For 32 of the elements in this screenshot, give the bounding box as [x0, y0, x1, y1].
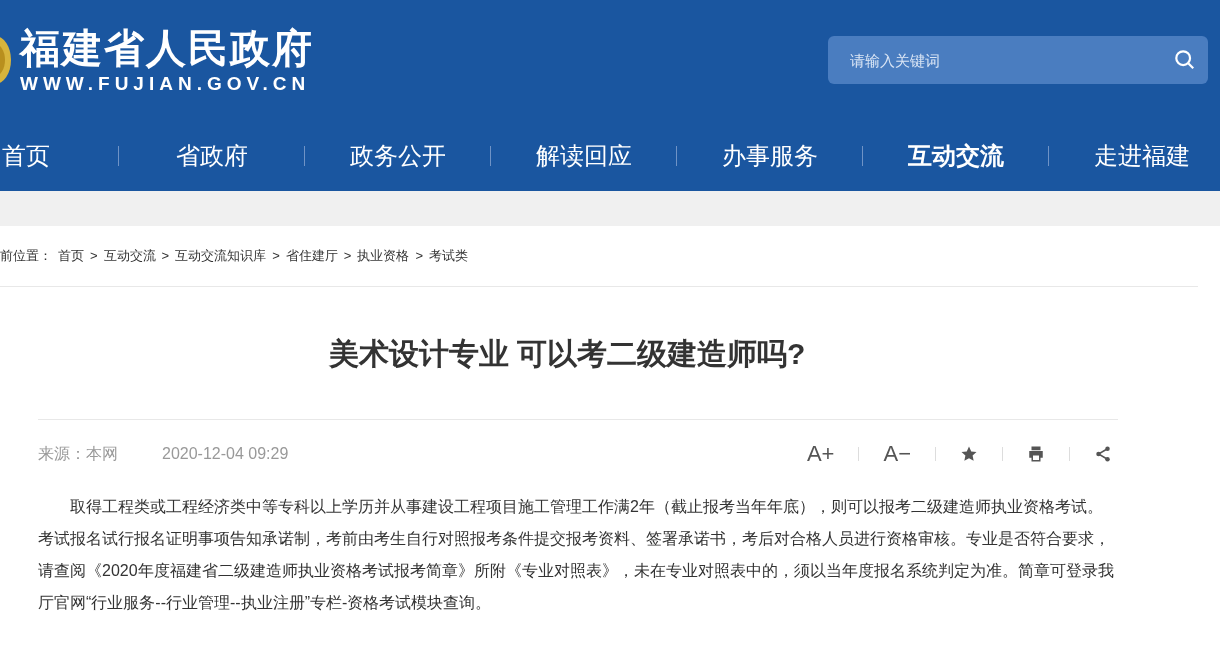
nav-tab[interactable]: 省政府 [119, 137, 304, 174]
breadcrumb-link[interactable]: 首页 [58, 246, 84, 266]
share-icon[interactable] [1094, 445, 1112, 463]
nav-tab[interactable]: 办事服务 [677, 137, 862, 174]
nav-tab[interactable]: 解读回应 [491, 137, 676, 174]
breadcrumb-separator: > [161, 247, 170, 266]
nav-tab[interactable]: 互动交流 [863, 137, 1048, 174]
star-icon[interactable] [960, 445, 978, 463]
breadcrumb-separator: > [415, 247, 423, 266]
article-title: 美术设计专业 可以考二级建造师吗? [328, 335, 806, 372]
site-url: WWW.FUJIAN.GOV.CN [20, 72, 312, 96]
font-size-button[interactable]: A+ [806, 443, 835, 465]
site-name: 福建省人民政府 [20, 25, 314, 72]
breadcrumb-link[interactable]: 互动交流知识库 [175, 246, 267, 266]
breadcrumb-label: 前位置： [0, 247, 52, 266]
breadcrumb-link[interactable]: 考试类 [428, 246, 468, 266]
breadcrumb-separator: > [90, 247, 98, 266]
font-size-button[interactable]: A− [883, 443, 911, 465]
article-source: 来源：本网 [38, 444, 118, 464]
print-icon[interactable] [1027, 445, 1045, 463]
nav-tab[interactable]: 首页 [0, 137, 118, 174]
search-icon[interactable] [1174, 49, 1196, 71]
breadcrumb-link[interactable]: 省住建厅 [285, 246, 338, 266]
nav-tab[interactable]: 政务公开 [305, 137, 490, 174]
breadcrumb-link[interactable]: 互动交流 [103, 246, 156, 266]
breadcrumb-separator: > [272, 247, 280, 266]
breadcrumb-link[interactable]: 执业资格 [357, 246, 410, 266]
search-field[interactable]: 请输入关键词 [828, 36, 1208, 84]
article-body: 取得工程类或工程经济类中等专科以上学历并从事建设工程项目施工管理工作满2年（截止报考当年年底），则可以报考二级建造师执业资格考试。考试报名试行报名证明事项告知承诺制，考前由考生自行对照报考条件提交报考资料、签署承诺书，考后对合格人员进行资格审核。专业是否符合要求，请查阅《2020年度福建省二级建造师执业资格考试报考简章》所附《专业对照表》，未在专业对照表中的，须以当年度报名系统判定为准。简章可登录我厅官网“行业服务--行业管理--执业注册”专栏-资格考试模块查询。 [38, 497, 1115, 613]
nav-tab[interactable]: 走进福建 [1049, 137, 1220, 174]
breadcrumb-separator: > [343, 247, 352, 266]
article-date: 2020-12-04 09:29 [162, 444, 289, 464]
